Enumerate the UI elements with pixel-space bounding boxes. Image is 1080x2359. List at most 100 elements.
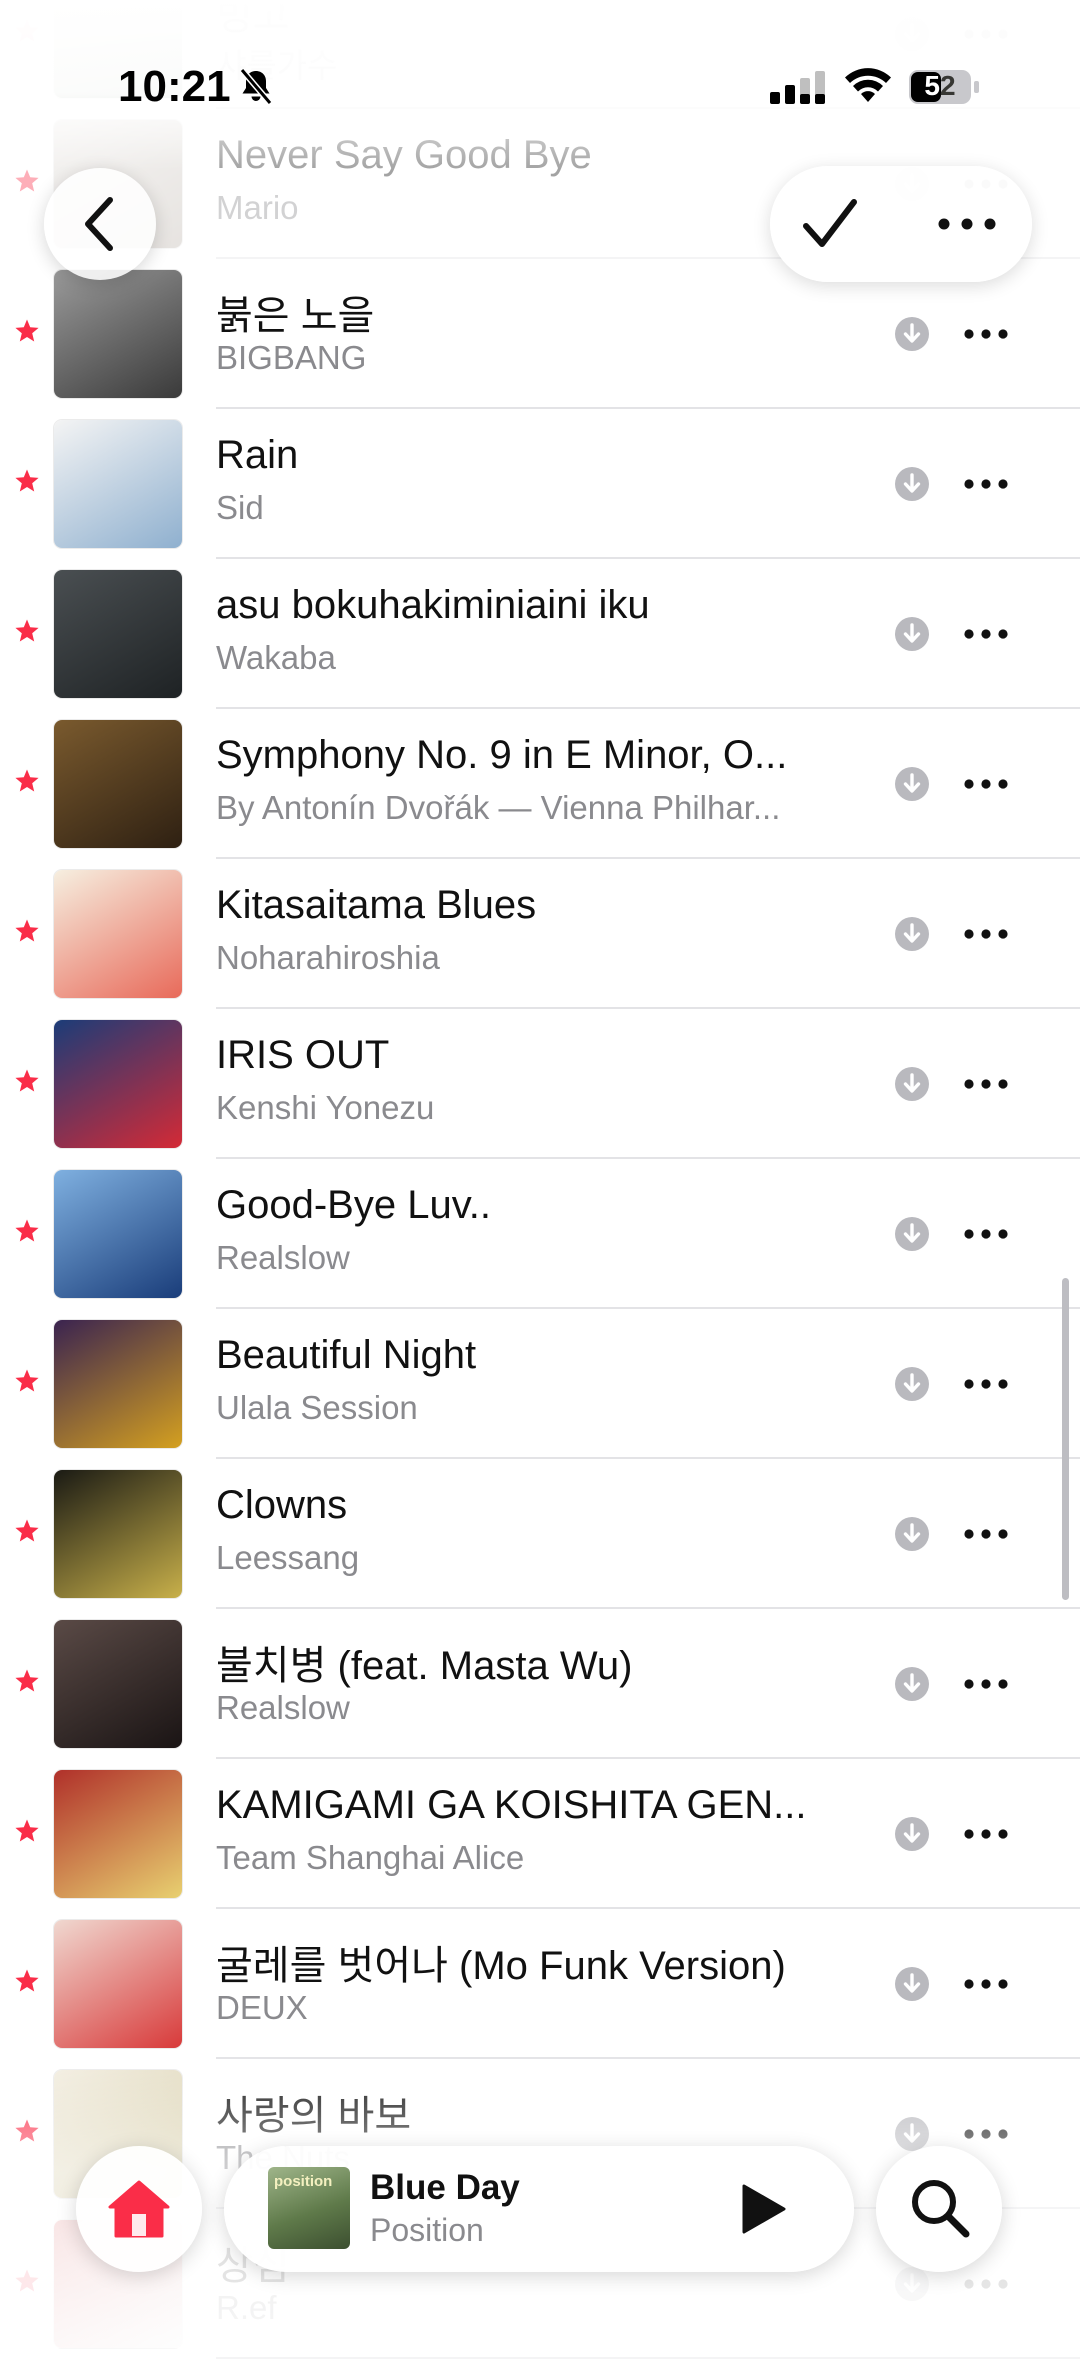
chevron-left-icon xyxy=(85,197,113,251)
song-row[interactable]: Clowns Leessang xyxy=(0,1459,1080,1609)
song-row[interactable]: IRIS OUT Kenshi Yonezu xyxy=(0,1009,1080,1159)
back-button[interactable] xyxy=(44,168,156,280)
download-icon[interactable] xyxy=(894,316,930,352)
more-options-button[interactable] xyxy=(962,769,1010,799)
song-title: Rain xyxy=(216,433,299,477)
song-row[interactable]: 불치병 (feat. Masta Wu) Realslow xyxy=(0,1609,1080,1759)
album-artwork xyxy=(54,1320,182,1448)
download-icon[interactable] xyxy=(894,1666,930,1702)
song-row[interactable]: Rain Sid xyxy=(0,409,1080,559)
download-icon[interactable] xyxy=(894,1366,930,1402)
home-tab-button[interactable] xyxy=(76,2146,202,2272)
album-artwork xyxy=(54,570,182,698)
song-title: Symphony No. 9 in E Minor, O... xyxy=(216,733,788,777)
song-artist: Leessang xyxy=(216,1539,360,1576)
album-artwork xyxy=(54,1020,182,1148)
star-icon xyxy=(15,1219,39,1242)
more-options-button[interactable] xyxy=(962,1069,1010,1099)
download-icon[interactable] xyxy=(894,1066,930,1102)
download-icon[interactable] xyxy=(894,1816,930,1852)
more-options-button[interactable] xyxy=(962,1219,1010,1249)
more-options-button[interactable] xyxy=(962,919,1010,949)
battery-indicator: 52 xyxy=(908,68,980,106)
more-options-button[interactable] xyxy=(936,210,998,238)
song-artist: Sid xyxy=(216,489,264,526)
download-icon[interactable] xyxy=(894,916,930,952)
download-icon[interactable] xyxy=(894,466,930,502)
download-icon[interactable] xyxy=(894,766,930,802)
star-icon xyxy=(15,1519,39,1542)
cellular-signal-icon xyxy=(770,71,825,104)
song-artist: By Antonín Dvořák — Vienna Philhar... xyxy=(216,789,781,826)
song-artist: Mario xyxy=(216,189,299,226)
scrollbar[interactable] xyxy=(1062,1278,1069,1600)
download-icon[interactable] xyxy=(894,1966,930,2002)
album-artwork xyxy=(54,720,182,848)
song-artist: BIGBANG xyxy=(216,339,367,376)
star-icon xyxy=(15,1969,39,1992)
song-row[interactable]: KAMIGAMI GA KOISHITA GEN... Team Shanghai… xyxy=(0,1759,1080,1909)
more-options-button[interactable] xyxy=(962,1969,1010,1999)
song-artist: Wakaba xyxy=(216,639,336,676)
song-row[interactable]: 굴레를 벗어나 (Mo Funk Version) DEUX xyxy=(0,1909,1080,2059)
album-artwork xyxy=(54,1620,182,1748)
search-tab-button[interactable] xyxy=(876,2146,1002,2272)
star-icon xyxy=(15,469,39,492)
wifi-icon xyxy=(845,68,891,102)
status-bar: 10:21 52 xyxy=(0,0,1080,170)
download-icon[interactable] xyxy=(894,1216,930,1252)
album-artwork xyxy=(54,1470,182,1598)
more-options-button[interactable] xyxy=(962,1519,1010,1549)
song-row[interactable]: Beautiful Night Ulala Session xyxy=(0,1309,1080,1459)
artwork-label: position xyxy=(274,2173,333,2190)
song-artist: Team Shanghai Alice xyxy=(216,1839,525,1876)
star-icon xyxy=(15,1819,39,1842)
star-icon xyxy=(15,919,39,942)
song-title: asu bokuhakiminiaini iku xyxy=(216,583,650,627)
song-artist: DEUX xyxy=(216,1989,308,2026)
more-options-button[interactable] xyxy=(962,1369,1010,1399)
song-artist: Kenshi Yonezu xyxy=(216,1089,435,1126)
album-artwork xyxy=(54,1770,182,1898)
now-playing-title: Blue Day xyxy=(370,2168,520,2207)
star-icon xyxy=(15,169,39,192)
search-icon xyxy=(912,2180,970,2238)
song-row[interactable]: Symphony No. 9 in E Minor, O... By Antoní… xyxy=(0,709,1080,859)
album-artwork xyxy=(54,270,182,398)
clock: 10:21 xyxy=(118,62,231,111)
download-icon[interactable] xyxy=(894,1516,930,1552)
star-icon xyxy=(15,1369,39,1392)
download-icon[interactable] xyxy=(894,616,930,652)
more-options-button[interactable] xyxy=(962,619,1010,649)
song-row[interactable]: Kitasaitama Blues Noharahiroshia xyxy=(0,859,1080,1009)
star-icon xyxy=(15,319,39,342)
mini-player[interactable]: position Blue Day Position xyxy=(224,2146,854,2272)
song-artist: Noharahiroshia xyxy=(216,939,440,976)
more-options-button[interactable] xyxy=(962,1819,1010,1849)
song-row[interactable]: asu bokuhakiminiaini iku Wakaba xyxy=(0,559,1080,709)
battery-level: 52 xyxy=(924,70,956,101)
star-icon xyxy=(15,769,39,792)
song-title: 붉은 노을 xyxy=(216,294,375,338)
star-icon xyxy=(15,619,39,642)
more-options-button[interactable] xyxy=(962,469,1010,499)
star-icon xyxy=(15,1069,39,1092)
done-button[interactable] xyxy=(800,196,860,252)
more-options-button[interactable] xyxy=(962,1669,1010,1699)
more-options-button[interactable] xyxy=(962,319,1010,349)
song-artist: Realslow xyxy=(216,1239,350,1276)
song-title: 굴레를 벗어나 (Mo Funk Version) xyxy=(216,1944,786,1988)
song-title: Clowns xyxy=(216,1483,348,1527)
song-artist: Realslow xyxy=(216,1689,350,1726)
song-row[interactable]: Good-Bye Luv.. Realslow xyxy=(0,1159,1080,1309)
album-artwork xyxy=(54,1170,182,1298)
song-list: 빙고샤를가수Never Say Good ByeMario붉은 노을BIGBAN… xyxy=(0,0,1080,2359)
song-title: 불치병 (feat. Masta Wu) xyxy=(216,1644,633,1688)
song-title: Kitasaitama Blues xyxy=(216,883,537,927)
now-playing-artist: Position xyxy=(370,2212,484,2248)
now-playing-artwork: position xyxy=(268,2167,350,2249)
edit-actions-pill xyxy=(770,166,1032,282)
play-button[interactable] xyxy=(732,2180,790,2238)
home-icon xyxy=(108,2180,170,2238)
song-title: Beautiful Night xyxy=(216,1333,477,1377)
